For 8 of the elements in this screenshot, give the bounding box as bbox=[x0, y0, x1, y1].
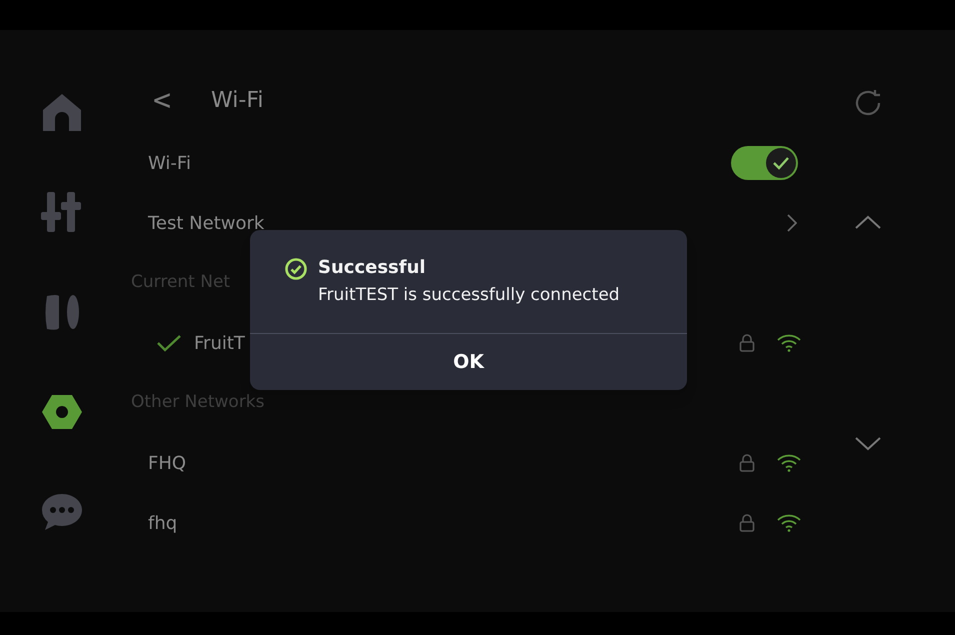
page-title: Wi-Fi bbox=[211, 86, 264, 114]
network-name: FHQ bbox=[148, 452, 186, 476]
dialog-title: Successful bbox=[318, 256, 427, 280]
dialog-message: FruitTEST is successfully connected bbox=[318, 284, 620, 307]
network-name: FruitT bbox=[194, 332, 245, 356]
setting-label: Test Network bbox=[148, 212, 266, 236]
network-name: fhq bbox=[148, 512, 178, 536]
setting-label: Wi-Fi bbox=[148, 152, 192, 176]
